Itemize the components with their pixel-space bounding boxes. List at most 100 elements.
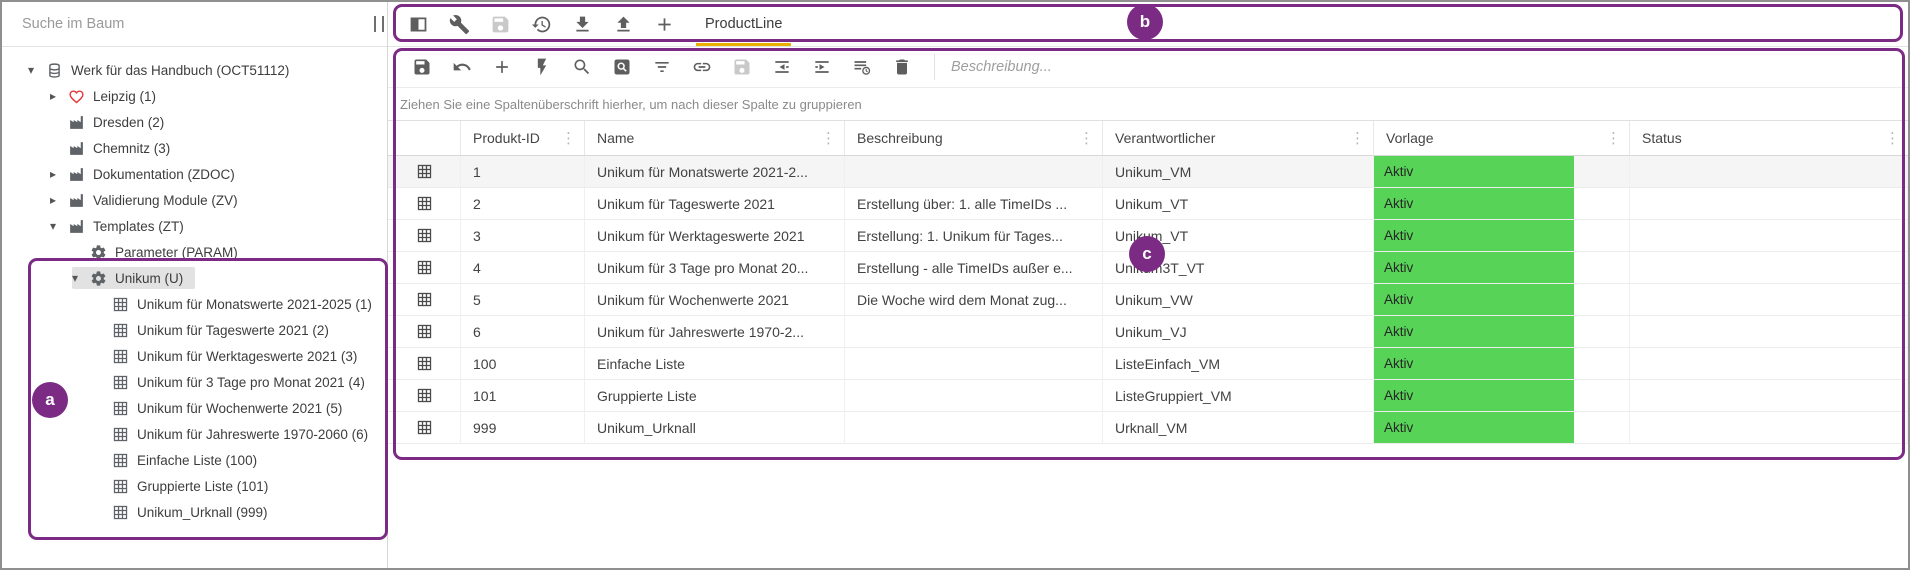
list-clock-button[interactable]	[842, 49, 882, 85]
table-row[interactable]: 5 Unikum für Wochenwerte 2021 Die Woche …	[388, 284, 1908, 316]
table-row[interactable]: 3 Unikum für Werktageswerte 2021 Erstell…	[388, 220, 1908, 252]
bolt-button[interactable]	[522, 49, 562, 85]
column-header[interactable]: Beschreibung	[845, 121, 1103, 155]
column-header[interactable]: Status	[1630, 121, 1908, 155]
save-icon	[412, 57, 432, 77]
verantwortlicher-cell: ListeEinfach_VM	[1103, 348, 1374, 379]
expand-rows-button[interactable]	[802, 49, 842, 85]
tree-item[interactable]: Dokumentation (ZDOC)	[2, 161, 387, 187]
save-button[interactable]	[722, 49, 762, 85]
status-cell	[1630, 316, 1908, 347]
column-menu-icon[interactable]	[819, 129, 838, 147]
table-row[interactable]: 4 Unikum für 3 Tage pro Monat 20... Erst…	[388, 252, 1908, 284]
trash-button[interactable]	[882, 49, 922, 85]
vorlage-cell: Aktiv	[1374, 188, 1630, 219]
tree-item-label: Unikum für Werktageswerte 2021 (3)	[137, 349, 357, 364]
expand-arrow-icon[interactable]	[72, 271, 90, 285]
tree-item[interactable]: Unikum_Urknall (999)	[2, 499, 387, 525]
column-menu-icon[interactable]	[1883, 129, 1902, 147]
panel-button[interactable]	[398, 4, 439, 44]
column-header[interactable]: Name	[585, 121, 845, 155]
tree-item[interactable]: Templates (ZT)	[2, 213, 387, 239]
column-menu-icon[interactable]	[559, 129, 578, 147]
tree-item[interactable]: Parameter (PARAM)	[2, 239, 387, 265]
status-cell	[1630, 156, 1908, 187]
save-button[interactable]	[402, 49, 442, 85]
undo-icon	[452, 57, 472, 77]
add-button[interactable]	[644, 4, 685, 44]
search-box-button[interactable]	[602, 49, 642, 85]
table-row[interactable]: 2 Unikum für Tageswerte 2021 Erstellung …	[388, 188, 1908, 220]
tree-item-label: Unikum für Monatswerte 2021-2025 (1)	[137, 297, 372, 312]
description-input[interactable]	[934, 54, 1886, 80]
main-area: ProductLine	[388, 2, 1908, 568]
undo-button[interactable]	[442, 49, 482, 85]
top-toolbar: ProductLine	[388, 2, 1908, 47]
tree-item[interactable]: Chemnitz (3)	[2, 135, 387, 161]
status-badge: Aktiv	[1374, 284, 1574, 315]
filter-button[interactable]	[642, 49, 682, 85]
tree-item[interactable]: Unikum für Wochenwerte 2021 (5)	[2, 395, 387, 421]
table-icon	[112, 452, 129, 469]
expand-arrow-icon[interactable]	[50, 89, 68, 103]
column-header-label: Status	[1642, 130, 1682, 146]
link-button[interactable]	[682, 49, 722, 85]
column-header[interactable]: Produkt-ID	[461, 121, 585, 155]
table-row[interactable]: 6 Unikum für Jahreswerte 1970-2... Uniku…	[388, 316, 1908, 348]
produkt-id-cell: 999	[461, 412, 585, 443]
search-button[interactable]	[562, 49, 602, 85]
column-header[interactable]: Verantwortlicher	[1103, 121, 1374, 155]
collapse-rows-button[interactable]	[762, 49, 802, 85]
vorlage-cell: Aktiv	[1374, 348, 1630, 379]
verantwortlicher-cell: Urknall_VM	[1103, 412, 1374, 443]
tree-item[interactable]: Unikum für Monatswerte 2021-2025 (1)	[2, 291, 387, 317]
tree-item[interactable]: Unikum für Jahreswerte 1970-2060 (6)	[2, 421, 387, 447]
search-icon	[572, 57, 592, 77]
status-cell	[1630, 412, 1908, 443]
table-row[interactable]: 1 Unikum für Monatswerte 2021-2... Uniku…	[388, 156, 1908, 188]
tree-search-input[interactable]	[20, 15, 324, 33]
expand-arrow-icon[interactable]	[50, 167, 68, 181]
tree-item[interactable]: Leipzig (1)	[2, 83, 387, 109]
tree-item[interactable]: Dresden (2)	[2, 109, 387, 135]
row-type-cell	[388, 316, 461, 347]
column-menu-icon[interactable]	[1077, 129, 1096, 147]
group-by-hint: Ziehen Sie eine Spaltenüberschrift hierh…	[388, 87, 1908, 121]
save-button[interactable]	[480, 4, 521, 44]
column-menu-icon[interactable]	[1348, 129, 1367, 147]
download-button[interactable]	[562, 4, 603, 44]
produkt-id-cell: 6	[461, 316, 585, 347]
table-icon	[112, 322, 129, 339]
expand-arrow-icon[interactable]	[50, 219, 68, 233]
splitter-handle[interactable]	[374, 16, 384, 32]
table-row[interactable]: 101 Gruppierte Liste ListeGruppiert_VM A…	[388, 380, 1908, 412]
add-button[interactable]	[482, 49, 522, 85]
tree-item[interactable]: Validierung Module (ZV)	[2, 187, 387, 213]
verantwortlicher-cell: ListeGruppiert_VM	[1103, 380, 1374, 411]
collapse-rows-icon	[772, 57, 792, 77]
factory-icon	[68, 166, 85, 183]
tree-item[interactable]: Unikum für Tageswerte 2021 (2)	[2, 317, 387, 343]
tree-item[interactable]: Gruppierte Liste (101)	[2, 473, 387, 499]
column-header[interactable]: Vorlage	[1374, 121, 1630, 155]
table-row[interactable]: 100 Einfache Liste ListeEinfach_VM Aktiv	[388, 348, 1908, 380]
upload-button[interactable]	[603, 4, 644, 44]
tree-item-label: Werk für das Handbuch (OCT51112)	[71, 63, 289, 78]
column-header-label: Beschreibung	[857, 130, 943, 146]
column-header-label: Verantwortlicher	[1115, 130, 1215, 146]
tree-item[interactable]: Unikum für 3 Tage pro Monat 2021 (4)	[2, 369, 387, 395]
tree-item[interactable]: Unikum für Werktageswerte 2021 (3)	[2, 343, 387, 369]
wrench-button[interactable]	[439, 4, 480, 44]
name-cell: Unikum für Monatswerte 2021-2...	[585, 156, 845, 187]
tree-item[interactable]: Werk für das Handbuch (OCT51112)	[2, 57, 387, 83]
expand-arrow-icon[interactable]	[28, 63, 46, 77]
tab-productline[interactable]: ProductLine	[693, 2, 794, 46]
history-button[interactable]	[521, 4, 562, 44]
status-cell	[1630, 252, 1908, 283]
column-menu-icon[interactable]	[1604, 129, 1623, 147]
tree-item[interactable]: Einfache Liste (100)	[2, 447, 387, 473]
expand-arrow-icon[interactable]	[50, 193, 68, 207]
tree-item[interactable]: Unikum (U)	[2, 265, 387, 291]
status-badge: Aktiv	[1374, 412, 1574, 443]
table-row[interactable]: 999 Unikum_Urknall Urknall_VM Aktiv	[388, 412, 1908, 444]
